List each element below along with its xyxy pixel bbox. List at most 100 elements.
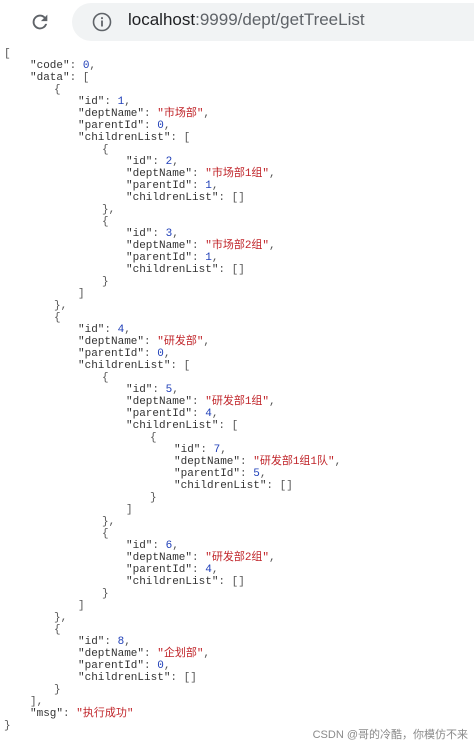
json-key: "deptName" [126,396,193,408]
json-number: 5 [253,468,260,480]
json-line: } [4,720,11,732]
json-line: "msg": "执行成功" [30,708,134,720]
json-line: ] [78,288,85,300]
json-key: "childrenList" [126,264,219,276]
json-line: }, [102,516,116,528]
json-line: { [54,84,61,96]
json-key: "data" [30,72,70,84]
json-key: "id" [126,228,153,240]
url-path: :9999/dept/getTreeList [195,10,365,29]
json-key: "id" [126,384,153,396]
json-line: "deptName": "研发部", [78,336,211,348]
json-line: }, [54,612,68,624]
json-key: "id" [174,444,201,456]
json-line: { [102,144,109,156]
json-number: 1 [205,180,212,192]
json-key: "parentId" [174,468,241,480]
json-line: "id": 7, [174,444,227,456]
json-key: "deptName" [78,108,145,120]
json-line: }, [54,300,68,312]
json-line: "childrenList": [] [174,480,293,492]
json-line: "parentId": 0, [78,348,171,360]
json-line: { [150,432,157,444]
json-line: "id": 4, [78,324,131,336]
json-line: "deptName": "研发部1组1队", [174,456,342,468]
json-key: "childrenList" [126,576,219,588]
json-key: "childrenList" [126,192,219,204]
json-key: "deptName" [78,648,145,660]
json-line: "parentId": 4, [126,408,219,420]
json-key: "msg" [30,708,64,720]
json-key: "deptName" [126,552,193,564]
json-key: "parentId" [126,564,193,576]
json-key: "childrenList" [78,672,171,684]
json-line: "childrenList": [] [126,192,245,204]
json-key: "id" [126,540,153,552]
json-line: "id": 3, [126,228,179,240]
json-line: [ [4,48,11,60]
json-key: "parentId" [126,408,193,420]
json-line: { [102,372,109,384]
json-line: ] [126,504,133,516]
json-line: "parentId": 4, [126,564,219,576]
json-line: "id": 2, [126,156,179,168]
json-line: "parentId": 0, [78,660,171,672]
json-key: "id" [126,156,153,168]
json-line: "childrenList": [ [126,420,239,432]
json-line: "id": 6, [126,540,179,552]
json-string: "企划部" [157,648,204,660]
json-key: "parentId" [78,120,145,132]
json-line: "id": 5, [126,384,179,396]
json-line: "parentId": 5, [174,468,267,480]
json-line: "deptName": "企划部", [78,648,211,660]
json-string: "研发部2组" [205,552,270,564]
json-line: } [102,588,109,600]
json-line: "code": 0, [30,60,97,72]
json-line: "deptName": "市场部2组", [126,240,276,252]
json-string: "市场部2组" [205,240,270,252]
json-line: "childrenList": [] [126,264,245,276]
json-line: "id": 1, [78,96,131,108]
json-line: "deptName": "研发部1组", [126,396,276,408]
json-line: }, [102,204,116,216]
json-string: "市场部" [157,108,204,120]
site-info-icon[interactable] [92,12,112,32]
json-string: "研发部1组1队" [253,456,335,468]
json-key: "id" [78,96,105,108]
json-key: "deptName" [126,168,193,180]
json-line: "parentId": 1, [126,180,219,192]
json-line: "childrenList": [] [78,672,197,684]
json-key: "childrenList" [78,360,171,372]
json-line: } [102,276,109,288]
json-line: } [150,492,157,504]
json-key: "deptName" [174,456,241,468]
json-line: "childrenList": [ [78,360,191,372]
json-key: "deptName" [126,240,193,252]
json-number: 4 [205,408,212,420]
json-string: "市场部1组" [205,168,270,180]
json-line: "childrenList": [ [78,132,191,144]
json-number: 4 [205,564,212,576]
json-key: "id" [78,636,105,648]
json-key: "id" [78,324,105,336]
json-string: "研发部1组" [205,396,270,408]
json-line: "deptName": "研发部2组", [126,552,276,564]
url-host: localhost [128,10,196,29]
json-line: "data": [ [30,72,90,84]
json-line: } [54,684,61,696]
json-key: "childrenList" [78,132,171,144]
json-key: "parentId" [126,252,193,264]
reload-icon[interactable] [26,8,54,36]
json-line: { [102,216,109,228]
json-number: 1 [205,252,212,264]
json-line: "deptName": "市场部1组", [126,168,276,180]
json-line: "parentId": 1, [126,252,219,264]
json-line: "parentId": 0, [78,120,171,132]
json-line: "id": 8, [78,636,131,648]
json-line: { [102,528,109,540]
watermark: CSDN @哥的冷酷，你模仿不来 [312,729,468,741]
url-text[interactable]: localhost:9999/dept/getTreeList [128,10,365,30]
json-key: "parentId" [78,348,145,360]
json-line: ], [30,696,44,708]
json-key: "childrenList" [126,420,219,432]
